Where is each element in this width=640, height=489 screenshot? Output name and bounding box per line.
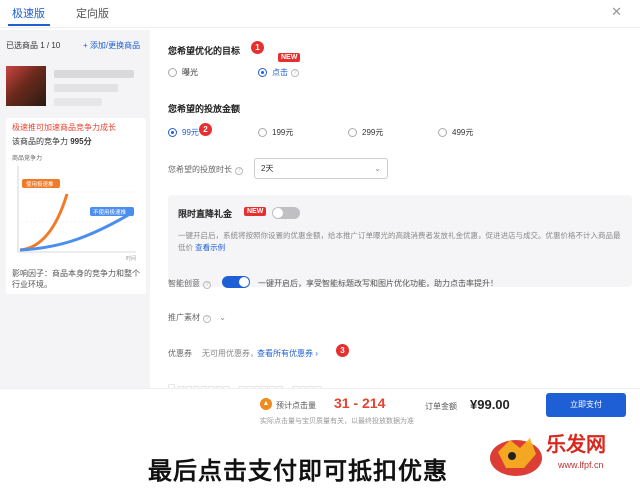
x-axis-label: 时间 [126, 255, 136, 262]
tab-express[interactable]: 极速版 [12, 5, 45, 21]
new-tag: NEW [244, 207, 267, 216]
product-sidebar: 已选商品 1 / 10 + 添加/更换商品 极速推可加速商品竞争力成长 该商品的… [0, 30, 150, 388]
step-badge-2: 2 [199, 123, 212, 136]
goal-title: 您希望优化的目标 [168, 46, 241, 56]
view-coupons-link[interactable]: 查看所有优惠券 › [257, 348, 318, 359]
score-text: 该商品的竞争力 995分 [12, 137, 92, 146]
gift-panel: 限时直降礼金 NEW 一键开启后，系统将按照你设置的优惠金额，给本推广订单曝光的… [168, 195, 632, 287]
selected-count: 已选商品 1 / 10 [6, 41, 61, 50]
tab-targeted[interactable]: 定向版 [76, 5, 109, 21]
estimate-range: 31 - 214 [334, 395, 386, 411]
product-title-blurred [54, 84, 118, 92]
main-form: 您希望优化的目标 1 NEW 曝光 点击 ? 您希望的投放金额 99元 2 19… [152, 30, 640, 392]
order-amount-label: 订单金额 [425, 402, 457, 411]
card-footnote: 影响因子：商品本身的竞争力和整个行业环境。 [12, 269, 140, 289]
gift-description: 一键开启后，系统将按照你设置的优惠金额，给本推广订单曝光的高跳消费者发放礼金优惠… [178, 231, 621, 252]
view-example-link[interactable]: 查看示例 [195, 243, 225, 252]
product-title-blurred [54, 70, 134, 78]
active-tab-indicator [8, 24, 50, 26]
caption-text: 最后点击支付即可抵扣优惠 [148, 458, 448, 485]
budget-title: 您希望的投放金额 [168, 104, 241, 114]
step-badge-1: 1 [251, 41, 264, 54]
tag-used: 使用极速推 [26, 180, 54, 188]
budget-option-199[interactable]: 199元 [258, 127, 293, 138]
duration-label: 您希望的投放时长? [168, 164, 243, 175]
flame-icon: ▲ [260, 398, 272, 410]
step-badge-3: 3 [336, 344, 349, 357]
smart-creative-label: 智能创意? [168, 278, 211, 289]
goal-option-click[interactable]: 点击 ? [258, 67, 299, 78]
card-title: 极速推可加速商品竞争力成长 [12, 123, 116, 132]
radio-indicator [168, 68, 177, 77]
score-value: 995分 [70, 137, 92, 146]
pay-now-button[interactable]: 立即支付 [546, 393, 626, 417]
budget-option-499[interactable]: 499元 [438, 127, 473, 138]
smart-creative-toggle[interactable] [222, 276, 250, 288]
product-title-blurred [54, 98, 102, 106]
competitiveness-card: 极速推可加速商品竞争力成长 该商品的竞争力 995分 商品竞争力 使用极速推 不… [6, 118, 146, 294]
material-label[interactable]: 推广素材? ⌄ [168, 312, 226, 323]
new-tag: NEW [278, 53, 301, 62]
tag-unused: 不使用极速推 [93, 208, 127, 216]
order-amount-value: ¥99.00 [470, 397, 510, 412]
chevron-down-icon: ⌄ [374, 164, 381, 173]
add-product-link[interactable]: + 添加/更换商品 [83, 40, 140, 51]
radio-indicator [258, 68, 267, 77]
help-icon[interactable]: ? [291, 68, 299, 77]
help-icon: ? [203, 281, 211, 289]
help-icon: ? [235, 167, 243, 175]
estimate-label: 预计点击量 [276, 401, 316, 410]
estimate-note: 实际点击量与宝贝质量有关，以最终投放数据为准 [260, 418, 414, 425]
coupon-label: 优惠券 [168, 349, 192, 358]
duration-select[interactable]: 2天 ⌄ [254, 158, 388, 179]
help-icon: ? [203, 315, 211, 323]
close-icon[interactable]: ✕ [611, 4, 622, 20]
smart-creative-desc: 一键开启后，享受智能标题改写和图片优化功能，助力点击率提升！ [258, 279, 498, 288]
chart-label: 商品竞争力 [12, 154, 42, 162]
budget-option-299[interactable]: 299元 [348, 127, 383, 138]
product-thumbnail [6, 66, 46, 106]
tab-bar: 极速版 定向版 ✕ [0, 0, 640, 28]
gift-toggle[interactable] [272, 207, 300, 219]
watermark-url: www.lfpf.cn [558, 460, 604, 470]
watermark-name: 乐发网 [546, 432, 606, 456]
goal-option-exposure[interactable]: 曝光 [168, 67, 198, 78]
competitiveness-chart: 商品竞争力 使用极速推 不使用极速推 时间 [12, 154, 136, 262]
budget-option-99[interactable]: 99元 [168, 127, 199, 138]
gift-title: 限时直降礼金 [178, 209, 233, 219]
radio-indicator [168, 128, 177, 137]
coupon-status: 无可用优惠券， [202, 349, 258, 358]
chevron-down-icon: ⌄ [219, 313, 226, 322]
